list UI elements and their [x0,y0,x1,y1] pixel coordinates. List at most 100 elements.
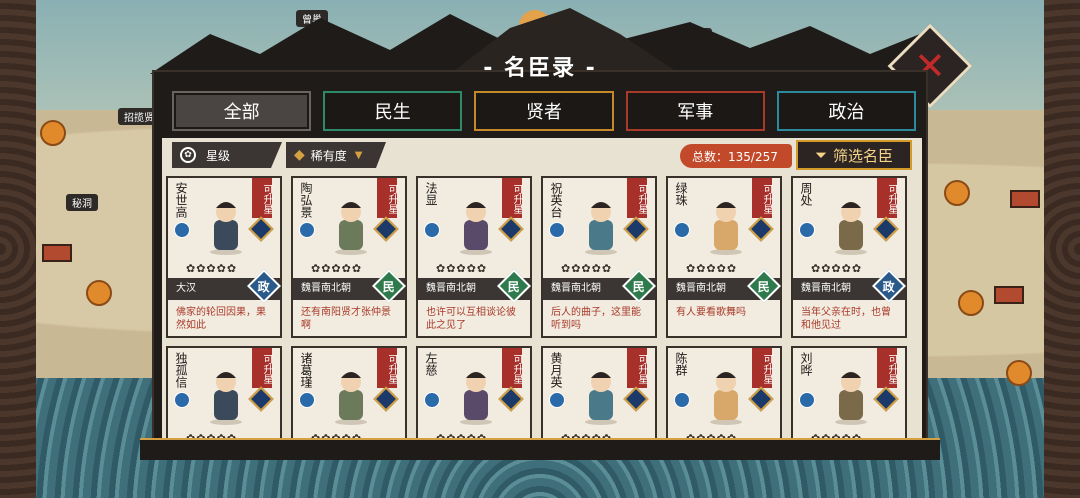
minister-name: 独孤信 [174,352,188,388]
gem-icon [748,386,774,412]
rarity-filter-label: 稀有度 [310,148,347,163]
tab-sage[interactable]: 贤者 [474,91,614,131]
filter-ministers-button[interactable]: ⏷ 筛选名臣 [796,140,912,170]
minister-portrait [835,202,867,255]
minister-card[interactable]: 刘晔可升星 ✿✿✿✿✿ [791,346,907,452]
map-tree [944,180,970,206]
gem-icon [623,386,649,412]
gem-icon [873,216,899,242]
minister-quote: 后人的曲子，这里能听到吗 [551,307,641,331]
category-label: 民 [632,279,646,294]
map-label-hole[interactable]: 秘洞 [66,194,98,211]
minister-portrait [210,372,242,425]
star-rating: ✿✿✿✿✿ [811,262,863,275]
minister-name: 陶弘景 [299,182,313,218]
map-building[interactable] [994,286,1024,304]
wave-icon [549,222,565,238]
minister-card[interactable]: 安世高 可升星 ✿✿✿✿✿ 大汉 政佛家的轮回因果，果然如此 [166,176,282,338]
map-tree [1006,360,1032,386]
tab-livelihood[interactable]: 民生 [323,91,463,131]
minister-name: 黄月英 [549,352,563,388]
gem-icon [873,386,899,412]
category-label: 民 [757,279,771,294]
minister-portrait [585,372,617,425]
gem-icon [498,216,524,242]
star-rating: ✿✿✿✿✿ [686,262,738,275]
minister-name: 诸葛瑾 [299,352,313,388]
minister-card[interactable]: 陶弘景 可升星 ✿✿✿✿✿ 魏晋南北朝 民还有南阳贤才张仲景啊 [291,176,407,338]
era-label: 魏晋南北朝 [676,283,726,294]
minister-portrait [585,202,617,255]
gem-icon [248,216,274,242]
upgrade-badge: 可升星 [752,348,772,388]
minister-grid: 安世高 可升星 ✿✿✿✿✿ 大汉政佛家的轮回因果，果然如此 陶弘景 可升星 ✿✿✿✿✿ 魏… [166,176,916,452]
minister-card[interactable]: 诸葛瑾可升星 ✿✿✿✿✿ [291,346,407,452]
minister-portrait [335,372,367,425]
wave-icon [424,392,440,408]
era-label: 大汉 [176,283,196,294]
wave-icon [674,392,690,408]
category-label: 民 [382,279,396,294]
minister-name: 祝英台 [549,182,563,218]
map-building[interactable] [1010,190,1040,208]
funnel-icon: ⏷ [814,146,827,164]
minister-card[interactable]: 左慈可升星 ✿✿✿✿✿ [416,346,532,452]
panel-bottom-frame [140,438,940,460]
star-rating: ✿✿✿✿✿ [311,262,363,275]
minister-card[interactable]: 祝英台 可升星 ✿✿✿✿✿ 魏晋南北朝 民后人的曲子，这里能听到吗 [541,176,657,338]
tab-all[interactable]: 全部 [172,91,312,131]
wave-icon [424,222,440,238]
upgrade-badge: 可升星 [377,178,397,218]
wave-icon [799,222,815,238]
map-building[interactable] [42,244,72,262]
wave-icon [549,392,565,408]
star-filter-label: 星级 [206,148,231,163]
minister-name: 安世高 [174,182,188,218]
upgrade-badge: 可升星 [252,348,272,388]
tab-politics[interactable]: 政治 [776,91,917,131]
star-filter-icon: ✿ [180,147,196,163]
wave-icon [674,222,690,238]
gem-icon [623,216,649,242]
minister-quote: 有人要看歌舞吗 [676,307,746,318]
upgrade-badge: 可升星 [627,178,647,218]
upgrade-badge: 可升星 [877,178,897,218]
category-label: 政 [257,279,271,294]
minister-card[interactable]: 绿珠 可升星 ✿✿✿✿✿ 魏晋南北朝 民有人要看歌舞吗 [666,176,782,338]
minister-name: 刘晔 [799,352,813,376]
minister-card[interactable]: 独孤信可升星 ✿✿✿✿✿ [166,346,282,452]
minister-card[interactable]: 法显 可升星 ✿✿✿✿✿ 魏晋南北朝 民也许可以互相谈论彼此之见了 [416,176,532,338]
era-label: 魏晋南北朝 [301,283,351,294]
panel-title: - 名臣录 - [483,56,597,81]
minister-portrait [460,202,492,255]
gem-icon [498,386,524,412]
upgrade-badge: 可升星 [252,178,272,218]
era-label: 魏晋南北朝 [551,283,601,294]
minister-card[interactable]: 黄月英可升星 ✿✿✿✿✿ [541,346,657,452]
minister-card[interactable]: 周处 可升星 ✿✿✿✿✿ 魏晋南北朝 政当年父亲在时，也曾和他见过 [791,176,907,338]
era-label: 魏晋南北朝 [426,283,476,294]
minister-portrait [460,372,492,425]
minister-portrait [335,202,367,255]
minister-portrait [710,202,742,255]
filter-button-label: 筛选名臣 [833,146,894,165]
minister-name: 周处 [799,182,813,206]
star-rating: ✿✿✿✿✿ [561,262,613,275]
gem-icon [248,386,274,412]
minister-quote: 还有南阳贤才张仲景啊 [301,307,391,331]
map-tree [958,290,984,316]
minister-portrait [210,202,242,255]
minister-name: 左慈 [424,352,438,376]
upgrade-badge: 可升星 [502,178,522,218]
wave-icon [174,222,190,238]
star-filter[interactable]: ✿ 星级 [172,142,282,168]
tab-military[interactable]: 军事 [625,91,765,131]
total-count: 总数：135/257 [680,144,792,168]
category-label: 民 [507,279,521,294]
upgrade-badge: 可升星 [502,348,522,388]
era-label: 魏晋南北朝 [801,283,851,294]
category-tabs: 全部 民生 贤者 军事 政治 [172,91,917,133]
rarity-filter[interactable]: ◆ 稀有度 ▼ [286,142,386,168]
minister-card[interactable]: 陈群可升星 ✿✿✿✿✿ [666,346,782,452]
star-rating: ✿✿✿✿✿ [186,262,238,275]
